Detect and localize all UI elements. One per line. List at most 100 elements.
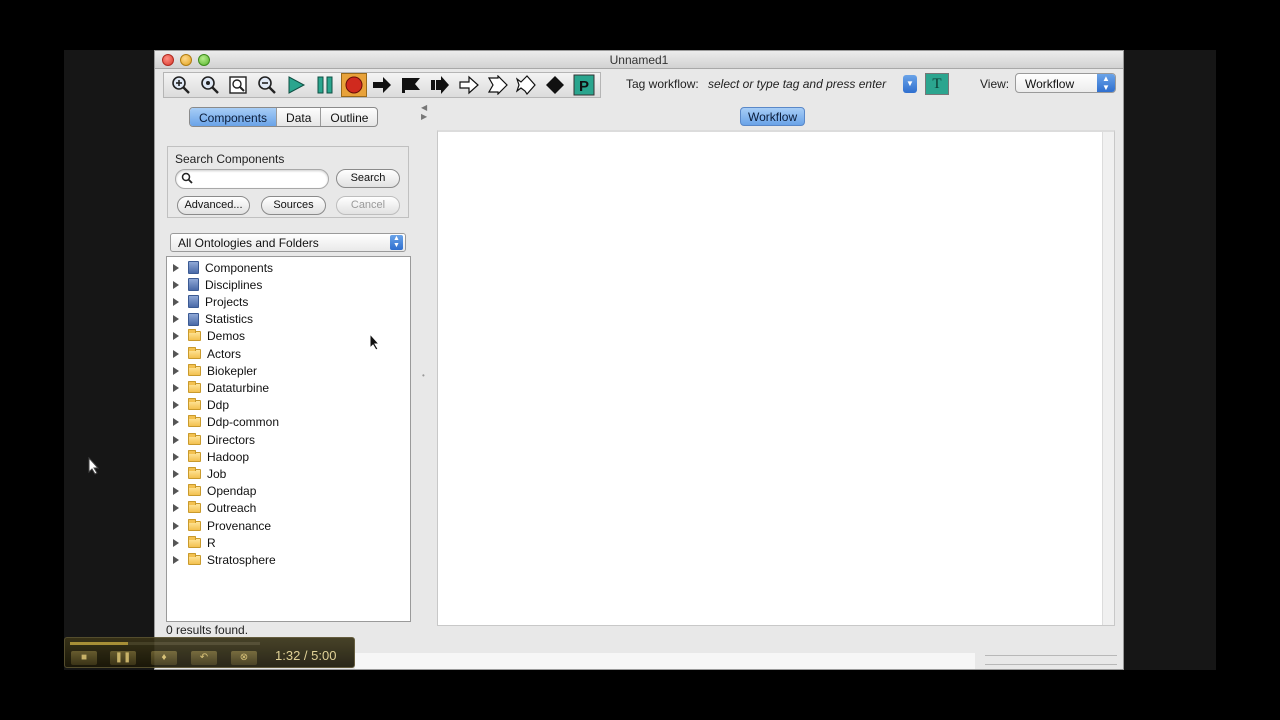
pause-video-icon[interactable]: ❚❚ bbox=[110, 651, 136, 665]
workflow-panel: Workflow bbox=[437, 106, 1115, 636]
folder-icon bbox=[188, 518, 201, 531]
tree-item[interactable]: Opendap bbox=[167, 483, 256, 500]
expand-caret-icon[interactable] bbox=[173, 349, 179, 358]
expand-caret-icon[interactable] bbox=[173, 504, 179, 513]
workflow-canvas[interactable] bbox=[437, 130, 1115, 626]
close-video-icon[interactable]: ⊗ bbox=[231, 651, 257, 665]
tree-item[interactable]: Biokepler bbox=[167, 362, 257, 379]
tree-item[interactable]: Statistics bbox=[167, 311, 253, 328]
expand-caret-icon[interactable] bbox=[173, 366, 179, 375]
folder-icon bbox=[188, 398, 201, 411]
tree-item[interactable]: Job bbox=[167, 465, 226, 482]
expand-caret-icon[interactable] bbox=[173, 435, 179, 444]
tree-item-label: Statistics bbox=[205, 312, 254, 327]
tree-item-label: R bbox=[207, 535, 216, 550]
canvas-scrollbar[interactable] bbox=[1102, 132, 1114, 625]
tree-item[interactable]: Outreach bbox=[167, 500, 256, 517]
tab-data[interactable]: Data bbox=[277, 108, 322, 126]
volume-icon[interactable]: ♦ bbox=[151, 651, 177, 665]
zoom-reset-icon[interactable] bbox=[197, 73, 223, 97]
folder-icon bbox=[188, 449, 201, 462]
expand-caret-icon[interactable] bbox=[173, 383, 179, 392]
tree-item[interactable]: Actors bbox=[167, 345, 241, 362]
tree-item[interactable]: Ddp-common bbox=[167, 414, 279, 431]
folder-icon bbox=[188, 552, 201, 565]
tag-apply-button[interactable]: T bbox=[925, 73, 949, 95]
tree-item[interactable]: Disciplines bbox=[167, 276, 262, 293]
tree-item[interactable]: Directors bbox=[167, 431, 255, 448]
tag-workflow-input[interactable]: select or type tag and press enter bbox=[706, 74, 901, 94]
window-title: Unnamed1 bbox=[609, 53, 669, 67]
expand-caret-icon[interactable] bbox=[173, 469, 179, 478]
expand-caret-icon[interactable] bbox=[173, 521, 179, 530]
double-arrow-icon[interactable] bbox=[456, 73, 482, 97]
expand-caret-icon[interactable] bbox=[173, 297, 179, 306]
expand-caret-icon[interactable] bbox=[173, 418, 179, 427]
tree-item-label: Outreach bbox=[207, 501, 257, 516]
resize-grip[interactable] bbox=[985, 655, 1117, 665]
split-pane-handle[interactable]: • bbox=[422, 371, 425, 380]
ontology-select[interactable]: All Ontologies and Folders ▲ ▼ bbox=[170, 233, 406, 252]
sources-button[interactable]: Sources bbox=[261, 196, 326, 215]
expand-caret-icon[interactable] bbox=[173, 487, 179, 496]
video-progress-bar[interactable] bbox=[70, 642, 260, 645]
tree-item[interactable]: Dataturbine bbox=[167, 379, 269, 396]
expand-caret-icon[interactable] bbox=[173, 452, 179, 461]
zoom-fit-icon[interactable] bbox=[226, 73, 252, 97]
ontology-book-icon bbox=[188, 312, 199, 326]
collapse-arrows-icon[interactable]: ◀ ▶ bbox=[421, 103, 427, 121]
expand-caret-icon[interactable] bbox=[173, 315, 179, 324]
zigzag-arrow-icon[interactable] bbox=[514, 73, 540, 97]
tree-item[interactable]: R bbox=[167, 534, 216, 551]
expand-caret-icon[interactable] bbox=[173, 538, 179, 547]
search-input[interactable] bbox=[175, 169, 329, 189]
expand-caret-icon[interactable] bbox=[173, 401, 179, 410]
tree-item[interactable]: Hadoop bbox=[167, 448, 249, 465]
tree-item[interactable]: Stratosphere bbox=[167, 551, 276, 568]
tab-components[interactable]: Components bbox=[190, 108, 278, 126]
run-icon[interactable] bbox=[283, 73, 309, 97]
advanced-button[interactable]: Advanced... bbox=[177, 196, 250, 215]
tree-item-label: Provenance bbox=[207, 518, 272, 533]
tree-item[interactable]: Demos bbox=[167, 328, 245, 345]
mouse-cursor-icon bbox=[369, 333, 381, 351]
folder-icon bbox=[188, 484, 201, 497]
p-icon[interactable]: P bbox=[571, 73, 597, 97]
folder-icon bbox=[188, 501, 201, 514]
search-button[interactable]: Search bbox=[336, 169, 400, 188]
tree-item[interactable]: Ddp bbox=[167, 397, 229, 414]
diamond-icon[interactable] bbox=[542, 73, 568, 97]
left-tabs: Components Data Outline bbox=[189, 107, 379, 127]
tree-item[interactable]: Provenance bbox=[167, 517, 271, 534]
svg-text:P: P bbox=[579, 78, 589, 95]
tree-item-label: Stratosphere bbox=[207, 552, 276, 567]
replay-icon[interactable]: ↶ bbox=[191, 651, 217, 665]
outline-arrow-icon[interactable] bbox=[485, 73, 511, 97]
expand-caret-icon[interactable] bbox=[173, 280, 179, 289]
tree-item-label: Components bbox=[205, 260, 274, 275]
expand-caret-icon[interactable] bbox=[173, 263, 179, 272]
flag-icon[interactable] bbox=[398, 73, 424, 97]
stop-video-icon[interactable]: ■ bbox=[71, 651, 97, 665]
tree-item[interactable]: Components bbox=[167, 259, 273, 276]
stop-icon[interactable] bbox=[340, 73, 367, 97]
folder-icon bbox=[188, 380, 201, 393]
select-arrows-icon: ▲ ▼ bbox=[390, 235, 403, 250]
tag-dropdown-icon[interactable]: ▼ bbox=[903, 75, 917, 93]
step-forward-icon[interactable] bbox=[427, 73, 453, 97]
title-bar[interactable]: Unnamed1 bbox=[155, 51, 1123, 69]
cancel-button: Cancel bbox=[336, 196, 400, 215]
expand-caret-icon[interactable] bbox=[173, 332, 179, 341]
view-select[interactable]: Workflow ▲ ▼ bbox=[1015, 73, 1116, 93]
zoom-in-icon[interactable] bbox=[168, 73, 194, 97]
expand-caret-icon[interactable] bbox=[173, 555, 179, 564]
zoom-out-icon[interactable] bbox=[254, 73, 280, 97]
step-arrow-icon[interactable] bbox=[370, 73, 396, 97]
tab-outline[interactable]: Outline bbox=[321, 108, 377, 126]
toolbar: P Tag workflow: select or type tag and p… bbox=[155, 70, 1123, 100]
tree-item[interactable]: Projects bbox=[167, 293, 248, 310]
folder-icon bbox=[188, 415, 201, 428]
pause-icon[interactable] bbox=[312, 73, 338, 97]
tab-workflow[interactable]: Workflow bbox=[740, 107, 806, 126]
video-time: 1:32 / 5:00 bbox=[275, 648, 337, 663]
